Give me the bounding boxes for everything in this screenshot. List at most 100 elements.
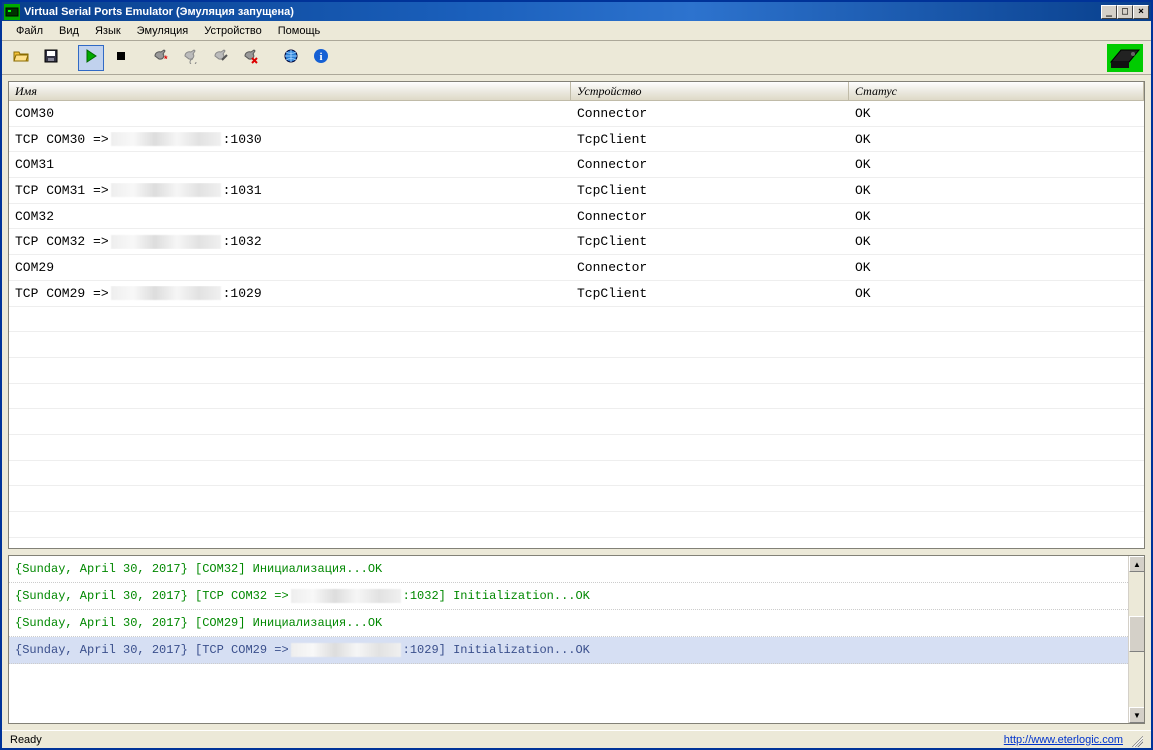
svg-text:*: * [164,54,168,64]
cell-name: COM31 [9,157,571,172]
table-row[interactable]: TCP COM32 => :1032TcpClientOK [9,229,1144,255]
window-controls: _ □ × [1101,5,1149,19]
minimize-button[interactable]: _ [1101,5,1117,19]
menu-emulation[interactable]: Эмуляция [129,23,197,39]
redacted-host [111,183,221,197]
log-panel: {Sunday, April 30, 2017} [COM32] Инициал… [8,555,1145,724]
log-body: {Sunday, April 30, 2017} [COM32] Инициал… [9,556,1128,723]
svg-text:i: i [319,51,322,63]
plug-settings-icon [213,48,229,67]
cell-device: Connector [571,157,849,172]
cell-status: OK [849,234,1144,249]
table-row-empty [9,486,1144,512]
table-body: COM30ConnectorOKTCP COM30 => :1030TcpCli… [9,101,1144,548]
column-device[interactable]: Устройство [571,82,849,100]
cell-name: TCP COM31 => :1031 [9,183,571,198]
redacted-host [111,235,221,249]
window-title: Virtual Serial Ports Emulator (Эмуляция … [24,6,1101,18]
table-header: Имя Устройство Статус [9,82,1144,101]
maximize-button[interactable]: □ [1117,5,1133,19]
log-scrollbar[interactable]: ▲ ▼ [1128,556,1144,723]
table-row[interactable]: COM32ConnectorOK [9,204,1144,230]
redacted-host [111,132,221,146]
save-icon [43,48,59,67]
table-row[interactable]: COM31ConnectorOK [9,152,1144,178]
table-row-empty [9,332,1144,358]
cell-status: OK [849,183,1144,198]
cell-status: OK [849,260,1144,275]
table-row[interactable]: COM30ConnectorOK [9,101,1144,127]
content-area: Имя Устройство Статус COM30ConnectorOKTC… [2,75,1151,730]
table-row[interactable]: COM29ConnectorOK [9,255,1144,281]
cell-name: TCP COM29 => :1029 [9,286,571,301]
open-button[interactable] [8,45,34,71]
table-row[interactable]: TCP COM29 => :1029TcpClientOK [9,281,1144,307]
plug-refresh-icon [183,48,199,67]
status-link[interactable]: http://www.eterlogic.com [1004,734,1123,746]
stop-icon [113,48,129,67]
cell-status: OK [849,157,1144,172]
cell-device: Connector [571,260,849,275]
folder-open-icon [13,48,29,67]
cell-device: TcpClient [571,234,849,249]
toolbar: * i [2,41,1151,75]
cell-status: OK [849,209,1144,224]
redacted-host [291,643,401,657]
plug-delete-icon [243,48,259,67]
menu-device[interactable]: Устройство [196,23,270,39]
scroll-down-button[interactable]: ▼ [1129,707,1145,723]
globe-icon [283,48,299,67]
cell-name: COM30 [9,106,571,121]
delete-device-button[interactable] [238,45,264,71]
redacted-host [291,589,401,603]
table-row[interactable]: TCP COM30 => :1030TcpClientOK [9,127,1144,153]
menu-bar: Файл Вид Язык Эмуляция Устройство Помощь [2,21,1151,41]
web-button[interactable] [278,45,304,71]
table-row-empty [9,358,1144,384]
menu-file[interactable]: Файл [8,23,51,39]
title-bar: Virtual Serial Ports Emulator (Эмуляция … [2,2,1151,21]
menu-view[interactable]: Вид [51,23,87,39]
status-device-icon [1107,44,1143,72]
menu-help[interactable]: Помощь [270,23,329,39]
column-status[interactable]: Статус [849,82,1144,100]
cell-status: OK [849,132,1144,147]
scroll-up-button[interactable]: ▲ [1129,556,1145,572]
table-row-empty [9,461,1144,487]
cell-device: Connector [571,106,849,121]
menu-language[interactable]: Язык [87,23,129,39]
scroll-thumb[interactable] [1129,616,1145,652]
log-line[interactable]: {Sunday, April 30, 2017} [COM29] Инициал… [9,610,1128,637]
resize-grip[interactable] [1129,733,1143,747]
cell-name: COM32 [9,209,571,224]
cell-device: Connector [571,209,849,224]
cell-name: COM29 [9,260,571,275]
redacted-host [111,286,221,300]
status-text: Ready [10,734,42,746]
log-line[interactable]: {Sunday, April 30, 2017} [TCP COM32 => :… [9,583,1128,610]
cell-name: TCP COM30 => :1030 [9,132,571,147]
about-button[interactable]: i [308,45,334,71]
log-line[interactable]: {Sunday, April 30, 2017} [COM32] Инициал… [9,556,1128,583]
cell-status: OK [849,106,1144,121]
play-icon [83,48,99,67]
table-row-empty [9,512,1144,538]
table-row[interactable]: TCP COM31 => :1031TcpClientOK [9,178,1144,204]
start-emulation-button[interactable] [78,45,104,71]
reinit-device-button[interactable] [178,45,204,71]
cell-name: TCP COM32 => :1032 [9,234,571,249]
log-line[interactable]: {Sunday, April 30, 2017} [TCP COM29 => :… [9,637,1128,664]
device-settings-button[interactable] [208,45,234,71]
status-bar: Ready http://www.eterlogic.com [2,730,1151,748]
cell-device: TcpClient [571,183,849,198]
column-name[interactable]: Имя [9,82,571,100]
stop-emulation-button[interactable] [108,45,134,71]
cell-device: TcpClient [571,132,849,147]
save-button[interactable] [38,45,64,71]
app-icon [4,4,20,20]
add-device-button[interactable]: * [148,45,174,71]
table-row-empty [9,307,1144,333]
close-button[interactable]: × [1133,5,1149,19]
table-row-empty [9,409,1144,435]
table-row-empty [9,384,1144,410]
